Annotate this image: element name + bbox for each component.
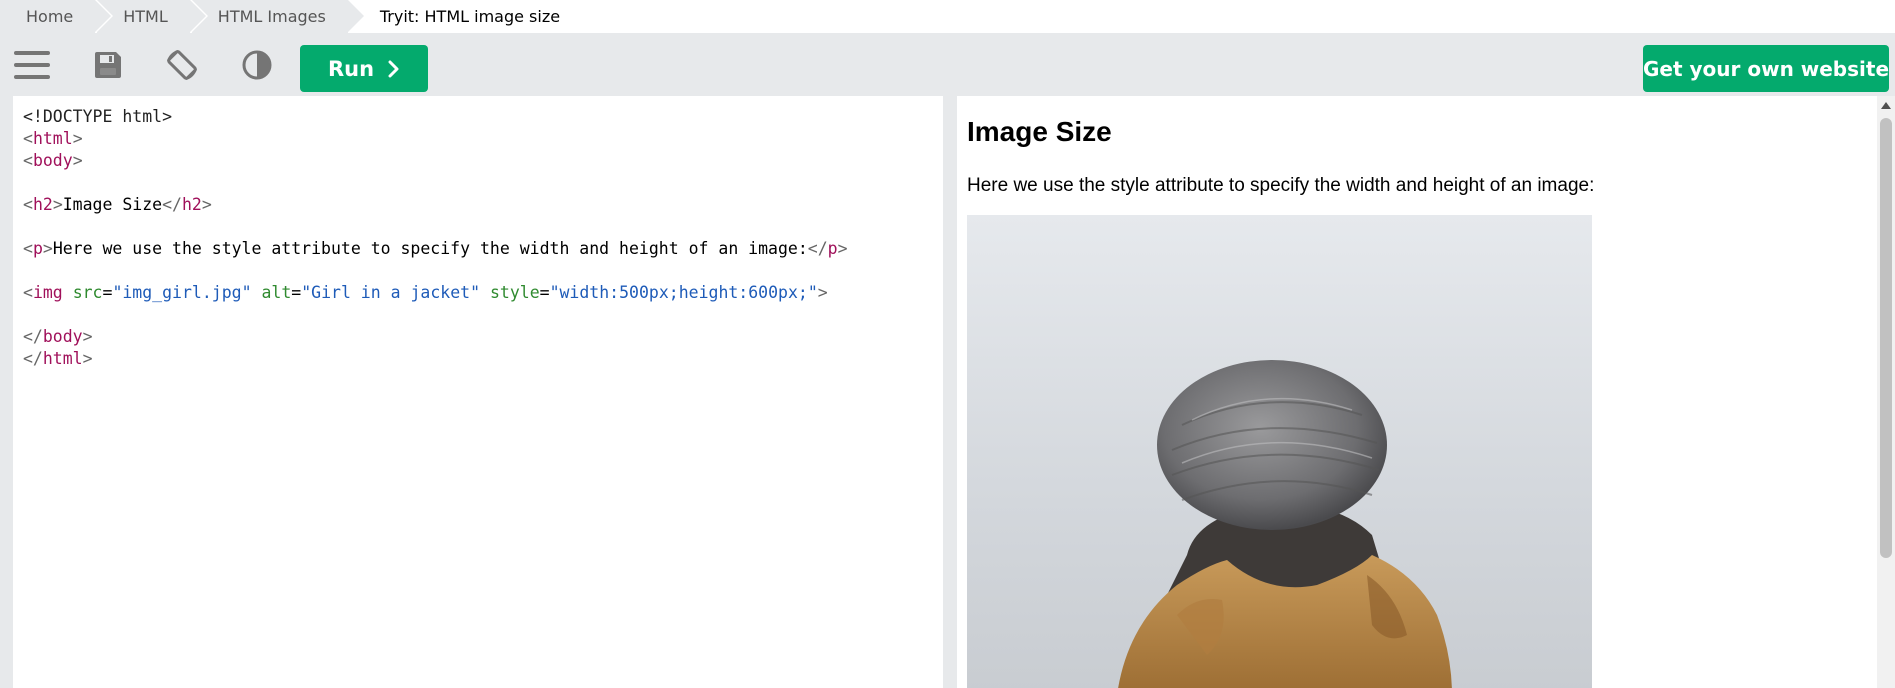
result-heading: Image Size xyxy=(967,116,1112,147)
code-src-attr: src xyxy=(72,283,103,302)
save-icon[interactable] xyxy=(90,47,126,83)
breadcrumb-item-html-images[interactable]: HTML Images xyxy=(191,0,366,33)
code-style-value: "width:500px;height:600px;" xyxy=(549,283,818,302)
rotate-icon[interactable] xyxy=(164,47,200,83)
breadcrumb-label: HTML Images xyxy=(217,7,326,26)
breadcrumb-label: Home xyxy=(26,7,74,26)
breadcrumb-current: Tryit: HTML image size xyxy=(379,7,561,26)
workspace: <!DOCTYPE html> <html> <body> <h2>Image … xyxy=(0,96,1895,688)
menu-icon[interactable] xyxy=(14,47,50,83)
girl-in-jacket-image xyxy=(967,215,1592,688)
contrast-icon[interactable] xyxy=(239,47,275,83)
code-editor[interactable]: <!DOCTYPE html> <html> <body> <h2>Image … xyxy=(13,96,943,688)
run-button[interactable]: Run xyxy=(300,45,428,92)
code-h2-text: Image Size xyxy=(62,195,163,214)
breadcrumb-item-home[interactable]: Home xyxy=(0,0,114,33)
breadcrumb: Home HTML HTML Images Tryit: HTML image … xyxy=(0,0,1895,33)
code-p-text: Here we use the style attribute to speci… xyxy=(52,239,808,258)
code-alt-value: "Girl in a jacket" xyxy=(301,283,481,302)
code-h2-open: h2 xyxy=(32,195,53,214)
breadcrumb-label: HTML xyxy=(123,7,168,26)
code-p-close: p xyxy=(827,239,838,258)
scrollbar-thumb[interactable] xyxy=(1880,118,1892,558)
code-h2-close: h2 xyxy=(181,195,202,214)
code-body-open: body xyxy=(32,151,73,170)
result-frame[interactable]: Image Size Here we use the style attribu… xyxy=(957,96,1895,688)
code-style-attr: style xyxy=(489,283,540,302)
code-body-close: body xyxy=(42,327,83,346)
code-src-value: "img_girl.jpg" xyxy=(112,283,252,302)
code-alt-attr: alt xyxy=(261,283,292,302)
code-html-open: html xyxy=(32,129,73,148)
code-p-open: p xyxy=(32,239,43,258)
scroll-up-icon[interactable] xyxy=(1881,102,1891,109)
code-content[interactable]: <!DOCTYPE html> <html> <body> <h2>Image … xyxy=(23,106,848,370)
code-img-tag: img xyxy=(32,283,63,302)
get-your-own-website-button[interactable]: Get your own website xyxy=(1643,45,1889,92)
result-scrollbar[interactable] xyxy=(1877,96,1895,688)
chevron-right-icon xyxy=(388,60,399,77)
toolbar: Run Get your own website xyxy=(0,33,1895,96)
code-html-close: html xyxy=(42,349,83,368)
code-doctype: <!DOCTYPE html> xyxy=(23,107,173,126)
run-label: Run xyxy=(327,56,375,81)
result-paragraph: Here we use the style attribute to speci… xyxy=(967,175,1595,196)
